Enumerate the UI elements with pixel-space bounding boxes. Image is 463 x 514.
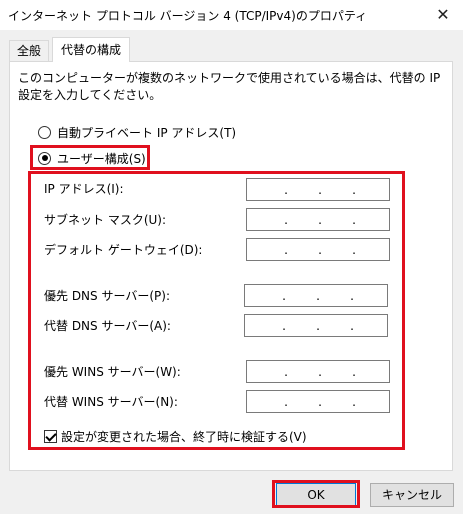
- tab-general[interactable]: 全般: [9, 40, 49, 62]
- highlight-user-config-radio: [30, 145, 150, 170]
- radio-auto-private-ip[interactable]: 自動プライベート IP アドレス(T): [38, 123, 236, 141]
- title-bar: インターネット プロトコル バージョン 4 (TCP/IPv4)のプロパティ ✕: [0, 0, 463, 30]
- highlight-ok-button: [272, 480, 360, 508]
- preferred-dns-field[interactable]: ...: [244, 284, 388, 307]
- checkbox-checked[interactable]: [44, 430, 57, 443]
- default-gateway-field[interactable]: ...: [246, 238, 390, 261]
- description-text: このコンピューターが複数のネットワークで使用されている場合は、代替の IP 設定…: [18, 71, 441, 102]
- alternate-dns-field[interactable]: ...: [244, 314, 388, 337]
- preferred-wins-label: 優先 WINS サーバー(W):: [44, 365, 181, 379]
- close-icon[interactable]: ✕: [431, 3, 455, 27]
- validate-on-exit-checkbox[interactable]: 設定が変更された場合、終了時に検証する(V): [44, 428, 307, 445]
- cancel-button[interactable]: キャンセル: [370, 483, 454, 507]
- subnet-mask-field[interactable]: ...: [246, 208, 390, 231]
- subnet-mask-label: サブネット マスク(U):: [44, 213, 167, 227]
- default-gateway-label: デフォルト ゲートウェイ(D):: [44, 243, 203, 257]
- ip-address-field[interactable]: ...: [246, 178, 390, 201]
- window-title: インターネット プロトコル バージョン 4 (TCP/IPv4)のプロパティ: [8, 9, 368, 23]
- validate-on-exit-label: 設定が変更された場合、終了時に検証する(V): [61, 430, 307, 444]
- preferred-wins-field[interactable]: ...: [246, 360, 390, 383]
- alternate-wins-label: 代替 WINS サーバー(N):: [44, 395, 178, 409]
- preferred-dns-label: 優先 DNS サーバー(P):: [44, 289, 170, 303]
- alternate-wins-field[interactable]: ...: [246, 390, 390, 413]
- radio-button[interactable]: [38, 125, 51, 139]
- tab-alternate-config[interactable]: 代替の構成: [52, 37, 130, 62]
- alternate-dns-label: 代替 DNS サーバー(A):: [44, 319, 171, 333]
- radio-auto-private-ip-label: 自動プライベート IP アドレス(T): [57, 125, 237, 140]
- ip-address-label: IP アドレス(I):: [44, 182, 124, 196]
